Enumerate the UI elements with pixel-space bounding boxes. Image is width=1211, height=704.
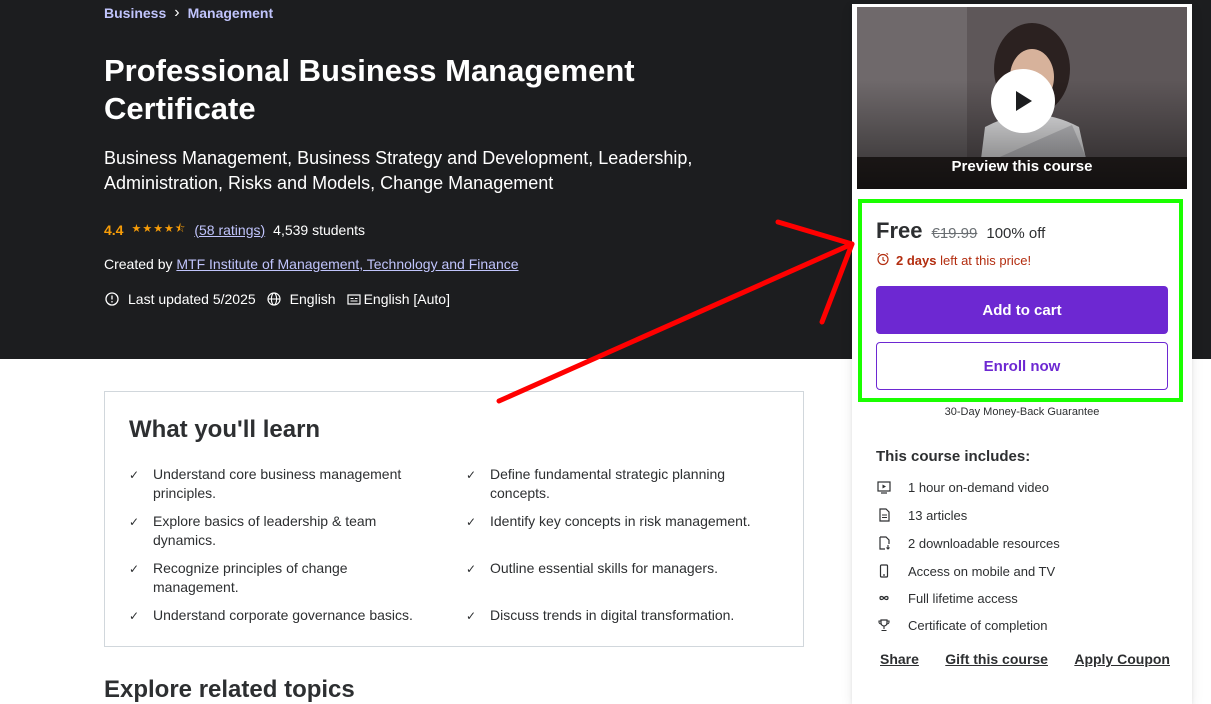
share-link[interactable]: Share: [880, 651, 919, 667]
what-youll-learn: What you'll learn ✓ Understand core busi…: [104, 391, 804, 647]
timer-text: left at this price!: [940, 253, 1032, 268]
learn-item-text: Understand core business management prin…: [153, 466, 402, 501]
learn-item: ✓ Understand corporate governance basics…: [129, 606, 449, 626]
price-row: Free €19.99 100% off: [876, 218, 1045, 244]
discount-percent: 100% off: [986, 225, 1046, 242]
learn-item: ✓ Understand core business management pr…: [129, 465, 429, 503]
alarm-clock-icon: [876, 252, 890, 269]
include-label: Full lifetime access: [908, 590, 1018, 606]
current-price: Free: [876, 218, 923, 243]
instructor-link[interactable]: MTF Institute of Management, Technology …: [176, 256, 518, 272]
include-label: Access on mobile and TV: [908, 563, 1056, 579]
captions-text: English [Auto]: [363, 291, 450, 307]
learn-item: ✓ Define fundamental strategic planning …: [466, 465, 786, 503]
includes-title: This course includes:: [876, 448, 1031, 465]
include-item: Certificate of completion: [876, 617, 1047, 633]
preview-label: Preview this course: [951, 158, 1093, 175]
learn-item: ✓ Explore basics of leadership & team dy…: [129, 512, 429, 550]
include-item: 1 hour on-demand video: [876, 479, 1049, 495]
students-count: 4,539 students: [273, 221, 366, 238]
original-price: €19.99: [931, 225, 978, 242]
last-updated: Last updated 5/2025: [104, 291, 256, 307]
play-icon[interactable]: [991, 69, 1055, 133]
apply-coupon-link[interactable]: Apply Coupon: [1074, 651, 1170, 667]
learn-title: What you'll learn: [129, 416, 321, 443]
include-item: Full lifetime access: [876, 590, 1018, 606]
money-back-guarantee: 30-Day Money-Back Guarantee: [944, 406, 1100, 418]
include-label: 2 downloadable resources: [908, 535, 1060, 551]
course-title: Professional Business Management Certifi…: [104, 53, 635, 126]
rating-value: 4.4: [104, 221, 124, 238]
learn-item-text: Define fundamental strategic planning co…: [490, 466, 726, 501]
check-icon: ✓: [466, 609, 477, 623]
share-links: Share Gift this course Apply Coupon: [880, 651, 1170, 667]
enroll-now-button[interactable]: Enroll now: [876, 342, 1168, 390]
learn-item-text: Explore basics of leadership & team dyna…: [153, 513, 377, 548]
course-meta: Last updated 5/2025 English English [Aut…: [104, 291, 460, 307]
video-icon: [876, 479, 892, 495]
learn-item: ✓ Discuss trends in digital transformati…: [466, 606, 786, 626]
breadcrumb-business[interactable]: Business: [104, 5, 166, 21]
check-icon: ✓: [129, 562, 140, 576]
include-label: 1 hour on-demand video: [908, 479, 1049, 495]
include-item: Access on mobile and TV: [876, 563, 1055, 579]
trophy-icon: [876, 617, 892, 633]
check-icon: ✓: [129, 468, 140, 482]
price-timer: 2 days left at this price!: [876, 252, 1031, 269]
include-label: 13 articles: [908, 507, 968, 523]
created-by: Created by MTF Institute of Management, …: [104, 256, 519, 272]
closed-caption-icon: [346, 291, 362, 307]
include-label: Certificate of completion: [908, 617, 1048, 633]
check-icon: ✓: [129, 515, 140, 529]
check-icon: ✓: [466, 515, 477, 529]
learn-item-text: Identify key concepts in risk management…: [490, 513, 751, 529]
breadcrumb-separator: ›: [174, 4, 180, 21]
learn-item: ✓ Identify key concepts in risk manageme…: [466, 512, 786, 532]
breadcrumb: Business › Management: [104, 4, 273, 22]
learn-item-text: Recognize principles of change managemen…: [153, 560, 348, 595]
check-icon: ✓: [129, 609, 140, 623]
download-file-icon: [876, 535, 892, 551]
breadcrumb-management[interactable]: Management: [188, 5, 274, 21]
globe-icon: [266, 291, 282, 307]
ratings-count-link[interactable]: (58 ratings): [194, 222, 265, 238]
learn-item-text: Outline essential skills for managers.: [490, 560, 718, 576]
learn-item-text: Discuss trends in digital transformation…: [490, 607, 735, 623]
mobile-icon: [876, 563, 892, 579]
include-item: 2 downloadable resources: [876, 535, 1060, 551]
learn-item-text: Understand corporate governance basics.: [153, 607, 413, 623]
star-rating-icon: ★★★★⯪: [131, 223, 187, 235]
learn-item: ✓ Recognize principles of change managem…: [129, 559, 429, 597]
last-updated-text: Last updated 5/2025: [128, 291, 256, 307]
purchase-sidebar: Preview this course Free €19.99 100% off…: [852, 4, 1192, 704]
related-topics-heading: Explore related topics: [104, 676, 355, 703]
timer-days: 2 days: [896, 253, 937, 268]
article-icon: [876, 507, 892, 523]
include-item: 13 articles: [876, 507, 967, 523]
check-icon: ✓: [466, 468, 477, 482]
course-preview[interactable]: Preview this course: [856, 6, 1188, 190]
update-alert-icon: [104, 291, 120, 307]
language-text: English: [289, 291, 336, 307]
add-to-cart-button[interactable]: Add to cart: [876, 286, 1168, 334]
rating-row: 4.4 ★★★★⯪ (58 ratings) 4,539 students: [104, 220, 365, 239]
learn-item: ✓ Outline essential skills for managers.: [466, 559, 786, 579]
course-subtitle: Business Management, Business Strategy a…: [104, 148, 693, 193]
check-icon: ✓: [466, 562, 477, 576]
created-by-label: Created by: [104, 256, 173, 272]
infinity-icon: [876, 590, 892, 606]
gift-course-link[interactable]: Gift this course: [945, 651, 1048, 667]
language: English: [266, 291, 336, 307]
captions: English [Auto]: [346, 291, 450, 307]
